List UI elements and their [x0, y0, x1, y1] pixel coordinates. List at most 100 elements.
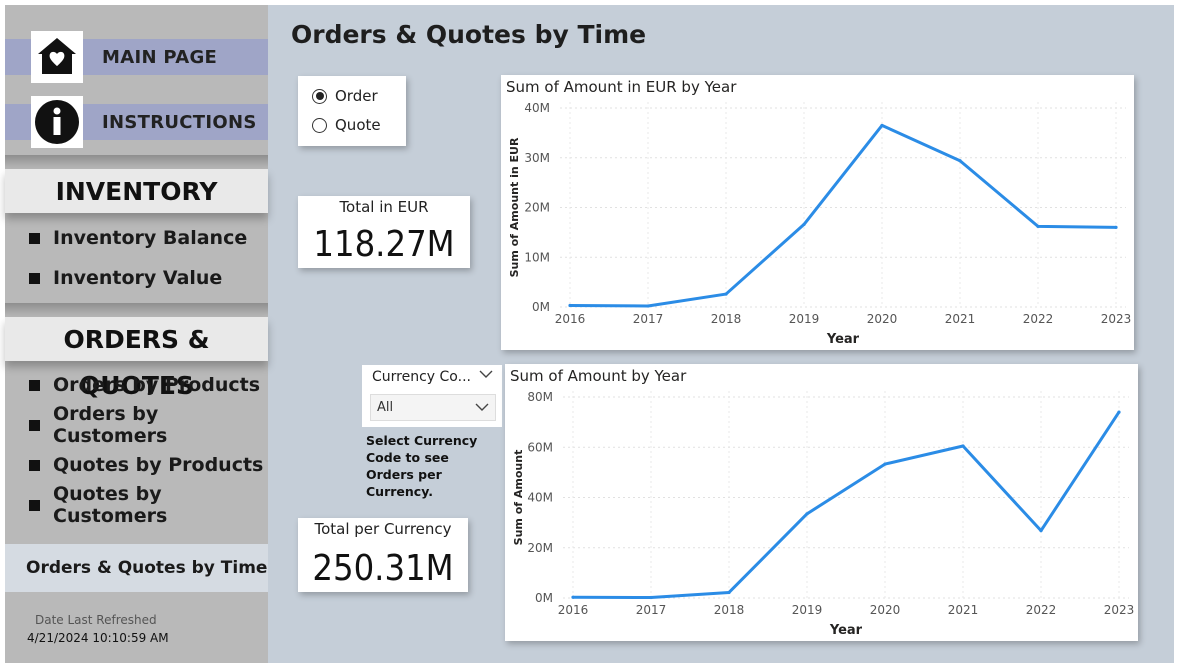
- data-point: [802, 222, 806, 227]
- y-tick-label: 40M: [524, 101, 550, 115]
- active-page-label[interactable]: Orders & Quotes by Time: [26, 558, 267, 578]
- nav-item-label[interactable]: Inventory Balance: [53, 227, 247, 249]
- radio-order[interactable]: Order: [312, 87, 378, 105]
- order-quote-toggle: Order Quote: [298, 76, 406, 146]
- sidebar: MAIN PAGE INSTRUCTIONS INVENTORY Invento…: [5, 5, 268, 663]
- kpi-value: 118.27M: [313, 224, 455, 265]
- x-tick-label: 2023: [1101, 312, 1132, 326]
- bullet-square-icon: [29, 272, 40, 284]
- x-tick-label: 2021: [948, 603, 979, 617]
- kpi-total-eur: Total in EUR 118.27M: [298, 196, 470, 268]
- x-tick-label: 2018: [714, 603, 745, 617]
- chevron-down-icon[interactable]: [475, 402, 489, 412]
- instructions-label[interactable]: INSTRUCTIONS: [102, 112, 257, 133]
- chart-eur-by-year: Sum of Amount in EUR by Year 0M 10M 20M 30M 4…: [501, 75, 1134, 350]
- nav-orders-by-products[interactable]: Orders by Products: [29, 373, 260, 397]
- data-point: [568, 303, 572, 308]
- slicer-title[interactable]: Currency Co...: [372, 369, 471, 385]
- x-tick-label: 2019: [789, 312, 820, 326]
- chart-title: Sum of Amount in EUR by Year: [506, 78, 737, 96]
- nav-inventory-value[interactable]: Inventory Value: [29, 266, 222, 290]
- refresh-label: Date Last Refreshed: [35, 613, 157, 627]
- nav-quotes-by-products[interactable]: Quotes by Products: [29, 453, 263, 477]
- data-point: [961, 444, 965, 448]
- inventory-header: INVENTORY: [5, 169, 268, 213]
- line-chart-amount: Sum of Amount by Year 0M 20M 40M 60M 80M 2016 2…: [510, 367, 1135, 638]
- nav-item-label[interactable]: Orders by Customers: [53, 403, 268, 447]
- y-axis-label: Sum of Amount: [512, 450, 525, 546]
- series-line: [569, 123, 1117, 308]
- x-tick-label: 2022: [1023, 312, 1054, 326]
- kpi-total-currency: Total per Currency 250.31M: [298, 518, 468, 592]
- x-axis-label: Year: [829, 623, 863, 638]
- y-tick-label: 40M: [527, 491, 553, 505]
- x-tick-label: 2018: [711, 312, 742, 326]
- x-axis-label: Year: [826, 332, 860, 347]
- x-tick-label: 2023: [1104, 603, 1135, 617]
- data-point: [724, 292, 728, 296]
- refresh-timestamp: 4/21/2024 10:10:59 AM: [27, 631, 169, 645]
- nav-orders-quotes-by-time[interactable]: Orders & Quotes by Time: [5, 544, 268, 592]
- data-point: [727, 590, 731, 595]
- y-tick-label: 0M: [532, 300, 550, 314]
- data-point: [649, 595, 653, 600]
- y-tick-label: 80M: [527, 390, 553, 404]
- data-point: [1036, 224, 1040, 229]
- y-tick-label: 60M: [527, 440, 553, 454]
- orders-quotes-header: ORDERS & QUOTES: [5, 317, 268, 400]
- y-tick-label: 20M: [524, 201, 550, 215]
- currency-dropdown[interactable]: All: [370, 394, 496, 421]
- radio-unselected-icon[interactable]: [312, 117, 327, 133]
- x-tick-label: 2020: [870, 603, 901, 617]
- slicer-instruction-note: Select Currency Code to see Orders per C…: [366, 433, 478, 499]
- x-tick-label: 2021: [945, 312, 976, 326]
- y-tick-label: 20M: [527, 541, 553, 555]
- bullet-square-icon: [29, 419, 40, 431]
- data-point: [1114, 225, 1118, 229]
- data-point: [883, 462, 887, 466]
- x-tick-label: 2016: [555, 312, 586, 326]
- dropdown-value[interactable]: All: [377, 400, 393, 415]
- bullet-square-icon: [29, 499, 40, 511]
- home-heart-icon[interactable]: [31, 31, 83, 83]
- x-tick-label: 2020: [867, 312, 898, 326]
- section-divider: [5, 155, 268, 169]
- data-point: [1039, 529, 1043, 533]
- y-tick-label: 10M: [524, 250, 550, 264]
- bullet-square-icon: [29, 232, 40, 244]
- nav-item-label[interactable]: Inventory Value: [53, 267, 222, 289]
- x-tick-label: 2017: [633, 312, 664, 326]
- radio-order-label[interactable]: Order: [335, 87, 378, 105]
- nav-item-label[interactable]: Quotes by Products: [53, 454, 263, 476]
- nav-item-label[interactable]: Quotes by Customers: [53, 483, 268, 527]
- x-tick-label: 2016: [558, 603, 589, 617]
- radio-selected-icon[interactable]: [312, 88, 327, 104]
- data-point: [571, 595, 575, 599]
- nav-orders-by-customers[interactable]: Orders by Customers: [29, 403, 268, 447]
- x-tick-label: 2019: [792, 603, 823, 617]
- data-point: [805, 512, 809, 516]
- y-axis-label: Sum of Amount in EUR: [508, 137, 521, 277]
- chevron-down-icon[interactable]: [479, 368, 493, 382]
- x-tick-label: 2022: [1026, 603, 1057, 617]
- series-line: [572, 411, 1121, 599]
- nav-item-label[interactable]: Orders by Products: [53, 374, 260, 396]
- x-tick-label: 2017: [636, 603, 667, 617]
- data-point: [958, 159, 962, 163]
- kpi-label: Total per Currency: [314, 520, 452, 538]
- bullet-square-icon: [29, 459, 40, 471]
- main-page-label[interactable]: MAIN PAGE: [102, 47, 217, 68]
- chart-amount-by-year: Sum of Amount by Year 0M 20M 40M 60M 80M 2016 2…: [505, 364, 1138, 641]
- kpi-value: 250.31M: [312, 548, 454, 589]
- kpi-label: Total in EUR: [339, 198, 429, 216]
- data-point: [880, 123, 884, 128]
- bullet-square-icon: [29, 379, 40, 391]
- nav-inventory-balance[interactable]: Inventory Balance: [29, 226, 247, 250]
- nav-quotes-by-customers[interactable]: Quotes by Customers: [29, 483, 268, 527]
- data-point: [646, 304, 650, 308]
- radio-quote-label[interactable]: Quote: [335, 116, 381, 134]
- info-icon[interactable]: [31, 96, 83, 148]
- radio-quote[interactable]: Quote: [312, 116, 381, 134]
- y-tick-label: 0M: [535, 591, 553, 605]
- y-tick-label: 30M: [524, 151, 550, 165]
